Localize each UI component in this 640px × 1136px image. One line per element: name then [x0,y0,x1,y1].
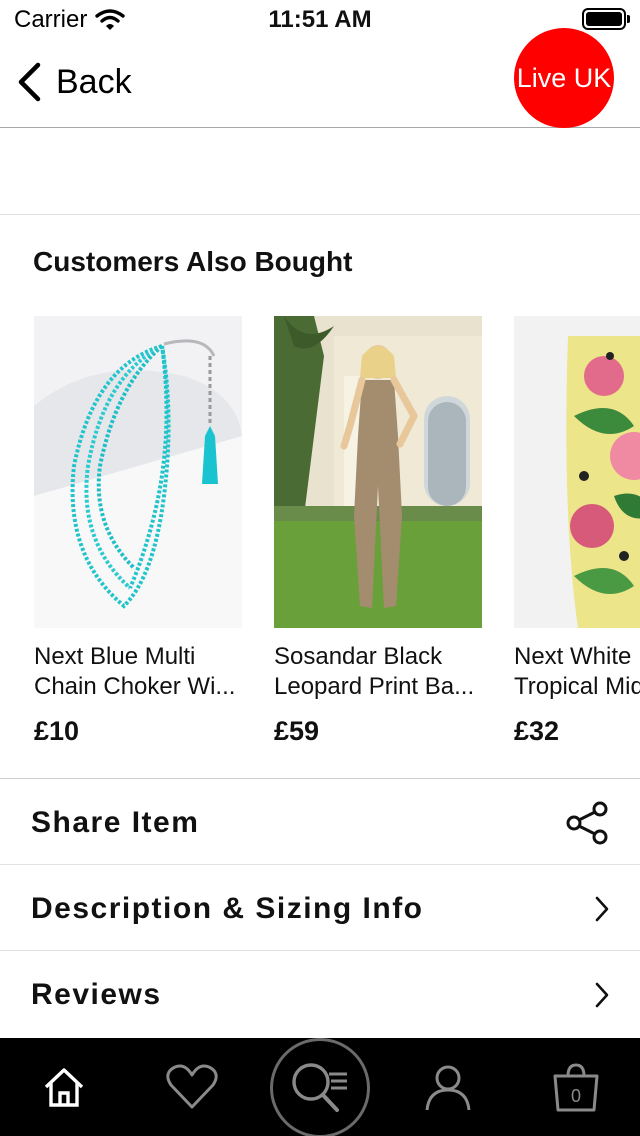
chevron-left-icon [18,62,41,102]
product-price: £59 [274,716,320,746]
account-icon [425,1065,471,1111]
product-name-line: Next White [514,643,632,670]
product-name-line: Sosandar Black [274,643,443,670]
tab-favourites[interactable] [152,1038,232,1136]
product-card[interactable]: Next White Tropical Mid £32 [514,316,640,756]
bag-icon: 0 [553,1063,599,1112]
tab-account[interactable] [408,1038,488,1136]
chevron-right-icon [595,896,609,922]
description-sizing-row[interactable]: Description & Sizing Info [0,866,640,952]
divider [0,864,640,865]
reviews-row[interactable]: Reviews [0,952,640,1038]
back-label: Back [56,62,132,101]
tab-home[interactable] [24,1038,104,1136]
divider [0,214,640,215]
product-image-necklace[interactable] [34,316,242,628]
clock: 11:51 AM [268,6,372,33]
product-price: £32 [514,716,560,746]
live-region-badge[interactable]: Live UK [514,28,614,128]
product-name-line: Leopard Print Ba... [274,673,475,700]
product-name: Next Blue Multi Chain Choker Wi... [34,642,244,704]
heart-icon [166,1064,218,1109]
divider [0,950,640,951]
product-name: Next White Tropical Mid [514,642,640,704]
divider [0,778,640,779]
back-button[interactable]: Back [16,62,132,102]
description-sizing-label: Description & Sizing Info [31,892,424,925]
share-icon[interactable] [566,801,610,845]
search-icon [292,1063,347,1112]
chevron-right-icon [595,982,609,1008]
reviews-label: Reviews [31,978,162,1011]
bag-count: 0 [571,1086,581,1106]
share-item-label: Share Item [31,806,200,839]
section-title: Customers Also Bought [33,246,353,277]
product-name: Sosandar Black Leopard Print Ba... [274,642,484,704]
product-card[interactable]: Next Blue Multi Chain Choker Wi... £10 [34,316,242,756]
product-card[interactable]: Sosandar Black Leopard Print Ba... £59 [274,316,482,756]
product-name-line: Tropical Mid [514,673,640,700]
product-name-line: Next Blue Multi [34,643,196,670]
tab-search[interactable] [270,1038,370,1136]
battery-icon [582,8,630,30]
product-image-trousers[interactable] [514,316,640,628]
product-name-line: Chain Choker Wi... [34,673,236,700]
home-icon [44,1068,84,1107]
share-item-row[interactable]: Share Item [0,780,640,866]
product-image-jumpsuit[interactable] [274,316,482,628]
tab-bag[interactable]: 0 [536,1038,616,1136]
product-carousel[interactable]: Next Blue Multi Chain Choker Wi... £10 S… [0,316,640,756]
product-price: £10 [34,716,80,746]
